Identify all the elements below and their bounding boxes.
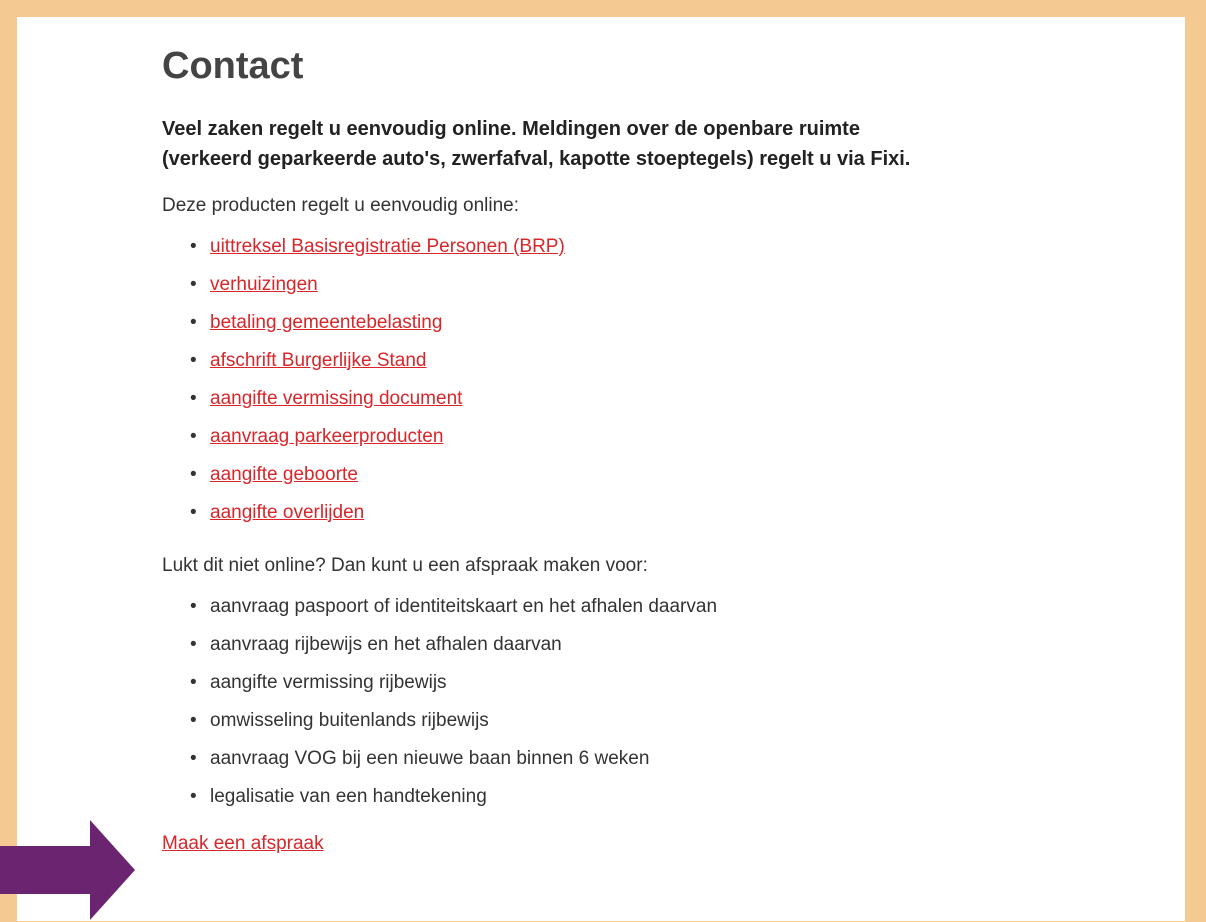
list-item: • aanvraag rijbewijs en het afhalen daarv…: [190, 626, 922, 664]
list-item-text: aanvraag VOG bij een nieuwe baan binnen …: [210, 748, 650, 769]
bullet-dot-icon: •: [190, 596, 197, 617]
link-death-registration[interactable]: aangifte overlijden: [210, 502, 364, 523]
list-item: • betaling gemeentebelasting: [190, 304, 922, 342]
link-municipal-tax-payment[interactable]: betaling gemeentebelasting: [210, 312, 442, 333]
bullet-dot-icon: •: [190, 748, 197, 769]
bullet-dot-icon: •: [190, 634, 197, 655]
bullet-dot-icon: •: [190, 464, 197, 485]
list-item-text: aanvraag paspoort of identiteitskaart en…: [210, 596, 718, 617]
content-panel: Contact Veel zaken regelt u eenvoudig on…: [17, 17, 1185, 921]
list-item: • aangifte overlijden: [190, 494, 922, 532]
list-item: • aanvraag VOG bij een nieuwe baan binnen…: [190, 740, 922, 778]
bullet-dot-icon: •: [190, 312, 197, 333]
list-item-text: aanvraag rijbewijs en het afhalen daarva…: [210, 634, 562, 655]
appointment-items-list: • aanvraag paspoort of identiteitskaart e…: [162, 588, 922, 816]
list-item-text: omwisseling buitenlands rijbewijs: [210, 710, 489, 731]
bullet-dot-icon: •: [190, 236, 197, 257]
list-item: • aanvraag paspoort of identiteitskaart e…: [190, 588, 922, 626]
right-arrow-icon: [0, 820, 135, 920]
intro-text: Veel zaken regelt u eenvoudig online. Me…: [162, 118, 911, 170]
bullet-dot-icon: •: [190, 502, 197, 523]
list-item: • verhuizingen: [190, 266, 922, 304]
bullet-dot-icon: •: [190, 350, 197, 371]
list-item-text: aangifte vermissing rijbewijs: [210, 672, 447, 693]
appointment-heading: Lukt dit niet online? Dan kunt u een afs…: [162, 555, 648, 576]
list-item: • afschrift Burgerlijke Stand: [190, 342, 922, 380]
make-appointment-link[interactable]: Maak een afspraak: [162, 832, 324, 856]
bullet-dot-icon: •: [190, 786, 197, 807]
main-content: Contact Veel zaken regelt u eenvoudig on…: [162, 44, 922, 856]
bullet-dot-icon: •: [190, 426, 197, 447]
list-item: • legalisatie van een handtekening: [190, 778, 922, 816]
list-item: • aanvraag parkeerproducten: [190, 418, 922, 456]
bullet-dot-icon: •: [190, 710, 197, 731]
bullet-dot-icon: •: [190, 388, 197, 409]
list-item: • uittreksel Basisregistratie Personen (B…: [190, 228, 922, 266]
online-links-list: • uittreksel Basisregistratie Personen (B…: [162, 228, 922, 532]
link-missing-document-report[interactable]: aangifte vermissing document: [210, 388, 462, 409]
link-brp-extract[interactable]: uittreksel Basisregistratie Personen (BR…: [210, 236, 565, 257]
list-item-text: legalisatie van een handtekening: [210, 786, 487, 807]
list-item: • omwisseling buitenlands rijbewijs: [190, 702, 922, 740]
link-civil-registry-copy[interactable]: afschrift Burgerlijke Stand: [210, 350, 427, 371]
online-heading: Deze producten regelt u eenvoudig online…: [162, 195, 520, 216]
bullet-dot-icon: •: [190, 672, 197, 693]
link-birth-registration[interactable]: aangifte geboorte: [210, 464, 358, 485]
bullet-dot-icon: •: [190, 274, 197, 295]
link-parking-products[interactable]: aanvraag parkeerproducten: [210, 426, 443, 447]
page-title: Contact: [162, 45, 304, 87]
list-item: • aangifte vermissing document: [190, 380, 922, 418]
list-item: • aangifte vermissing rijbewijs: [190, 664, 922, 702]
link-relocations[interactable]: verhuizingen: [210, 274, 318, 295]
list-item: • aangifte geboorte: [190, 456, 922, 494]
